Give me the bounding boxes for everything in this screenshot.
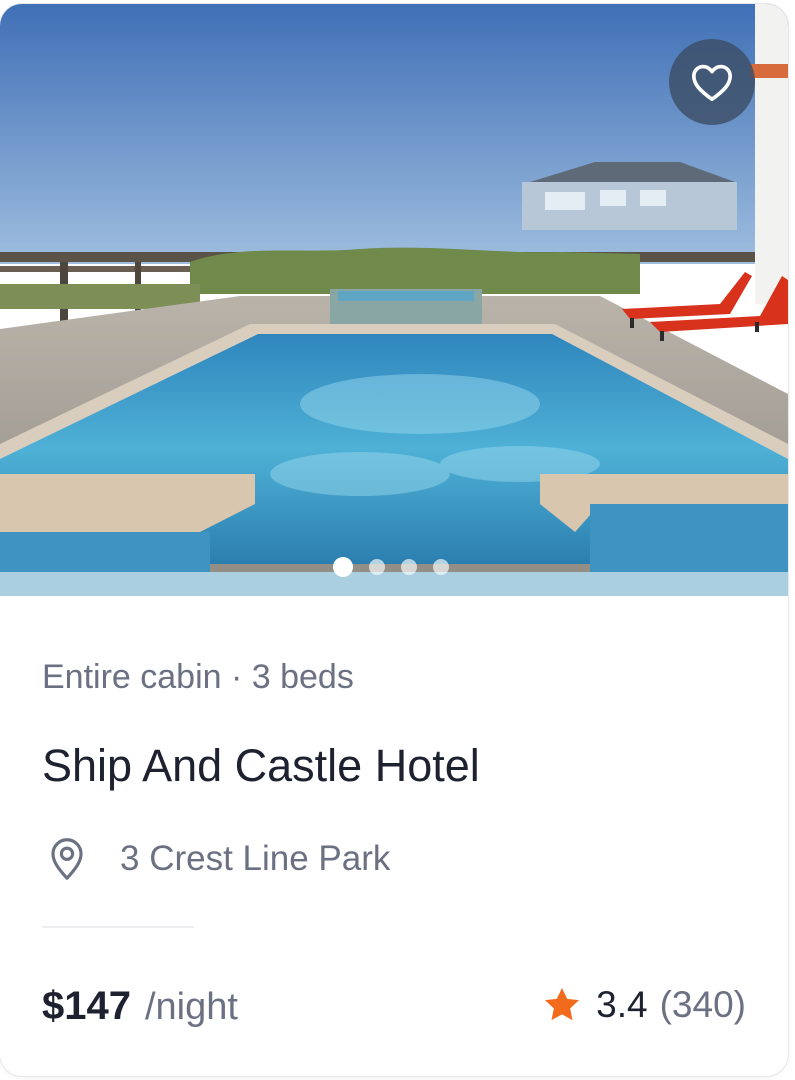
carousel-dot-1[interactable] <box>333 557 353 577</box>
star-icon <box>545 988 580 1021</box>
price-value: $147 <box>42 984 131 1028</box>
price-unit: /night <box>144 986 238 1028</box>
carousel-dot-3[interactable] <box>401 559 417 575</box>
rating-value: 3.4 <box>596 984 648 1025</box>
listing-card[interactable]: Entire cabin · 3 beds Ship And Castle Ho… <box>0 4 788 1076</box>
listing-title[interactable]: Ship And Castle Hotel <box>42 740 480 792</box>
listing-photo[interactable] <box>0 4 788 596</box>
listing-address: 3 Crest Line Park <box>120 839 391 878</box>
listing-type: Entire cabin · 3 beds <box>42 658 354 696</box>
carousel-dot-2[interactable] <box>369 559 385 575</box>
price-row: $147 /night <box>42 984 238 1029</box>
location-row: 3 Crest Line Park <box>46 836 390 882</box>
rating-row: 3.4 (340) <box>542 984 746 1026</box>
heart-icon <box>691 64 732 102</box>
map-pin-icon <box>51 838 83 880</box>
carousel-dot-4[interactable] <box>433 559 449 575</box>
carousel-dots <box>333 557 449 577</box>
favorite-button[interactable] <box>669 39 755 125</box>
review-count: (340) <box>659 984 746 1025</box>
divider <box>42 926 194 928</box>
